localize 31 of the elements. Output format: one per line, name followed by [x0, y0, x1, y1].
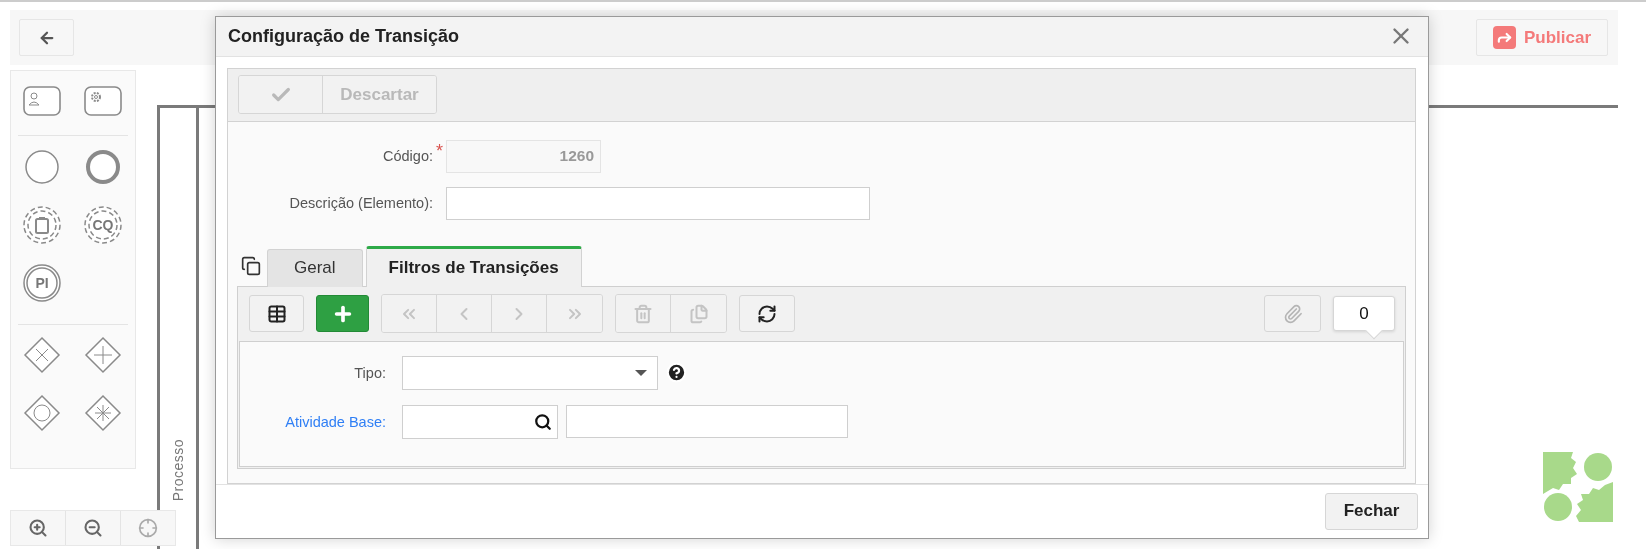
description-field[interactable]	[566, 405, 848, 439]
pool-label: Processo	[170, 438, 186, 501]
close-button[interactable]: Fechar	[1325, 492, 1418, 530]
description-field[interactable]	[446, 186, 870, 220]
publish-button[interactable]: Publicar	[1476, 19, 1608, 56]
trash-icon	[633, 303, 653, 324]
zoom-in-icon	[28, 518, 48, 538]
refresh-button[interactable]	[739, 295, 795, 333]
crosshair-icon	[138, 518, 158, 538]
required-mark: *	[435, 139, 444, 162]
grid-view-button[interactable]	[249, 295, 304, 333]
dialog-title: Configuração de Transição	[228, 25, 460, 47]
back-button[interactable]	[19, 19, 74, 56]
field-label: Descrição (Elemento):	[288, 195, 433, 212]
refresh-icon	[757, 303, 777, 324]
field-label: Código:	[382, 148, 433, 165]
field-link[interactable]: Atividade Base:	[240, 413, 386, 430]
help-icon[interactable]	[666, 362, 687, 384]
gears-logo	[1543, 452, 1613, 522]
copy-icon	[688, 303, 709, 324]
search-icon[interactable]	[534, 412, 552, 431]
lookup-field[interactable]	[402, 404, 558, 439]
field-label: Tipo:	[353, 364, 386, 381]
table-icon	[266, 303, 287, 324]
add-button[interactable]	[316, 295, 369, 333]
code-field[interactable]: 1260	[446, 139, 601, 173]
paperclip-icon	[1282, 303, 1303, 324]
tab[interactable]: Filtros de Transições	[365, 245, 582, 287]
tab[interactable]: Geral	[267, 248, 363, 287]
zoom-out-icon	[83, 518, 103, 538]
share-icon	[1492, 26, 1516, 49]
